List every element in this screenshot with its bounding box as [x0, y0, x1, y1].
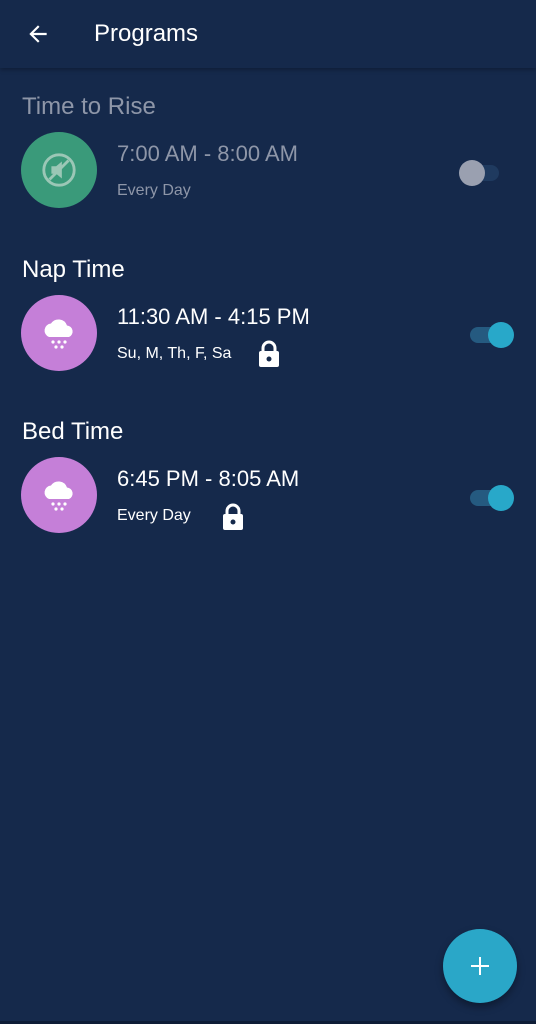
program-days: Every Day: [117, 507, 191, 524]
app-bar: Programs: [0, 0, 536, 68]
program-avatar: [21, 457, 97, 533]
lock-icon: [259, 340, 279, 367]
program-avatar: [21, 295, 97, 371]
arrow-left-icon: [29, 25, 47, 43]
program-toggle[interactable]: [470, 483, 514, 513]
page-title: Programs: [94, 20, 199, 47]
lock-icon: [223, 503, 243, 530]
program-item-nap-time[interactable]: Nap Time 11:30 AM - 4:15 PM Su, M, Th, F…: [0, 255, 536, 405]
program-item-bed-time[interactable]: Bed Time 6:45 PM - 8:05 AM Every Day: [0, 417, 536, 567]
program-time: 7:00 AM - 8:00 AM: [117, 141, 298, 166]
toggle-thumb: [488, 485, 514, 511]
program-toggle[interactable]: [459, 158, 503, 188]
program-item-time-to-rise[interactable]: Time to Rise 7:00 AM - 8:00 AM Every Day: [0, 92, 536, 242]
toggle-thumb: [488, 322, 514, 348]
sound-off-icon: [42, 153, 76, 187]
program-avatar: [21, 132, 97, 208]
program-days: Su, M, Th, F, Sa: [117, 345, 232, 362]
rain-cloud-icon: [44, 319, 73, 349]
program-name: Bed Time: [22, 418, 124, 445]
program-days: Every Day: [117, 182, 191, 199]
program-toggle[interactable]: [470, 320, 514, 350]
toggle-thumb: [459, 160, 485, 186]
program-time: 11:30 AM - 4:15 PM: [117, 304, 310, 329]
program-name: Time to Rise: [22, 93, 156, 120]
add-program-button[interactable]: [443, 929, 517, 1003]
program-time: 6:45 PM - 8:05 AM: [117, 466, 300, 491]
back-button[interactable]: [18, 14, 58, 54]
rain-cloud-icon: [44, 481, 73, 511]
plus-icon: [471, 957, 489, 975]
program-name: Nap Time: [22, 256, 125, 283]
